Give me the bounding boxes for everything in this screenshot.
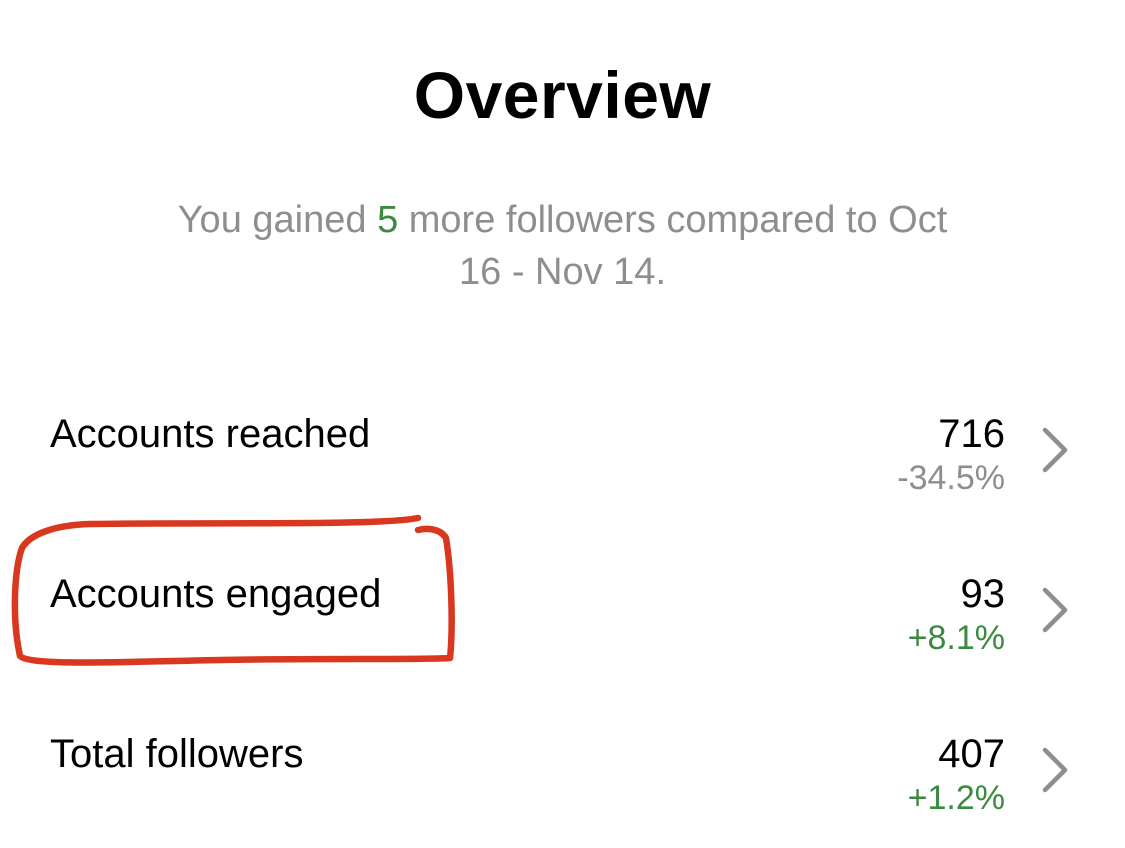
summary-suffix-line2: 16 - Nov 14.: [459, 251, 666, 293]
chevron-right-icon: [1042, 427, 1068, 473]
summary-highlight-count: 5: [377, 199, 399, 241]
metric-row-total-followers[interactable]: Total followers 407 +1.2%: [0, 726, 1125, 846]
chevron-right-icon: [1042, 747, 1068, 793]
summary-prefix: You gained: [177, 199, 378, 241]
metric-row-accounts-engaged[interactable]: Accounts engaged 93 +8.1%: [0, 566, 1125, 686]
metric-row-accounts-reached[interactable]: Accounts reached 716 -34.5%: [0, 406, 1125, 526]
metric-value: 93: [960, 572, 1006, 616]
metric-value: 716: [938, 412, 1005, 456]
metric-change: +1.2%: [907, 779, 1005, 817]
summary-suffix-line1: more followers compared to Oct: [398, 199, 948, 241]
metric-value: 407: [938, 732, 1005, 776]
page-title: Overview: [413, 58, 712, 132]
metric-label: Accounts engaged: [50, 572, 382, 616]
metric-label: Accounts reached: [50, 412, 371, 456]
chevron-right-icon: [1042, 587, 1068, 633]
metric-change: -34.5%: [897, 459, 1005, 497]
metric-change: +8.1%: [907, 619, 1005, 657]
metric-label: Total followers: [50, 732, 304, 776]
followers-summary: You gained 5 more followers compared to …: [100, 194, 1025, 298]
